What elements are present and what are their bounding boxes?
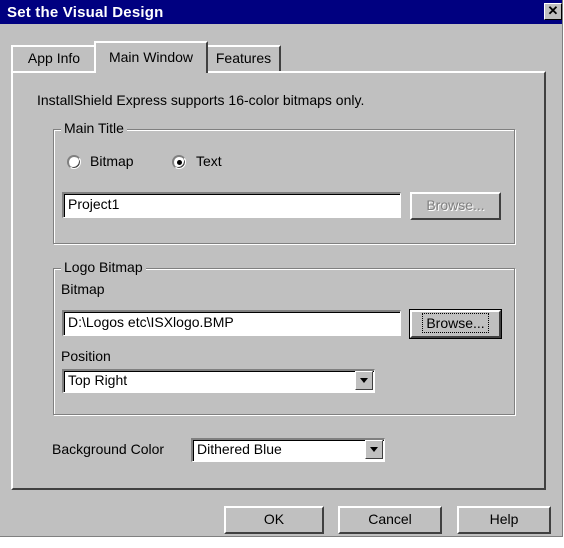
ok-button-label: OK: [263, 511, 285, 527]
main-title-group: [53, 129, 515, 244]
radio-selected-dot: [177, 160, 182, 165]
main-title-browse-button[interactable]: Browse...: [410, 192, 501, 220]
dialog-title: Set the Visual Design: [7, 4, 164, 21]
background-color-label: Background Color: [52, 441, 165, 457]
main-title-browse-label: Browse...: [426, 197, 485, 213]
tab-features-label: Features: [215, 50, 272, 66]
bitmap-note: InstallShield Express supports 16-color …: [37, 92, 365, 108]
radio-text-label[interactable]: Text: [196, 153, 222, 169]
background-color-select[interactable]: Dithered Blue: [191, 438, 385, 462]
position-select-value: Top Right: [68, 372, 128, 388]
main-title-group-label: Main Title: [61, 120, 127, 136]
chevron-down-icon[interactable]: [365, 440, 383, 459]
help-button[interactable]: Help: [457, 506, 551, 534]
bitmap-label: Bitmap: [61, 281, 105, 297]
logo-bitmap-input[interactable]: D:\Logos etc\ISXlogo.BMP: [62, 310, 401, 336]
cancel-button[interactable]: Cancel: [338, 506, 442, 534]
close-icon[interactable]: ✕: [548, 3, 559, 18]
tab-features[interactable]: Features: [206, 45, 281, 71]
cancel-button-label: Cancel: [368, 511, 412, 527]
position-label: Position: [61, 348, 111, 364]
logo-browse-label: Browse...: [422, 313, 489, 333]
title-bar[interactable]: Set the Visual Design ✕: [0, 0, 562, 24]
logo-browse-button[interactable]: Browse...: [409, 309, 502, 339]
radio-text[interactable]: [172, 155, 186, 169]
logo-bitmap-group-label: Logo Bitmap: [61, 259, 146, 275]
position-select[interactable]: Top Right: [62, 369, 375, 393]
radio-bitmap-label[interactable]: Bitmap: [90, 153, 134, 169]
tab-main-window-label: Main Window: [108, 49, 194, 65]
visual-design-dialog: Set the Visual Design ✕ App Info Feature…: [0, 0, 563, 537]
tab-app-info[interactable]: App Info: [11, 45, 97, 71]
main-title-input[interactable]: Project1: [62, 192, 401, 218]
ok-button[interactable]: OK: [224, 506, 324, 534]
tab-main-window[interactable]: Main Window: [94, 41, 208, 73]
chevron-down-icon[interactable]: [355, 371, 373, 390]
close-button[interactable]: ✕: [544, 3, 562, 20]
radio-bitmap[interactable]: [67, 155, 81, 169]
tab-app-info-label: App Info: [27, 50, 81, 66]
help-button-label: Help: [489, 511, 519, 527]
background-color-value: Dithered Blue: [197, 441, 282, 457]
